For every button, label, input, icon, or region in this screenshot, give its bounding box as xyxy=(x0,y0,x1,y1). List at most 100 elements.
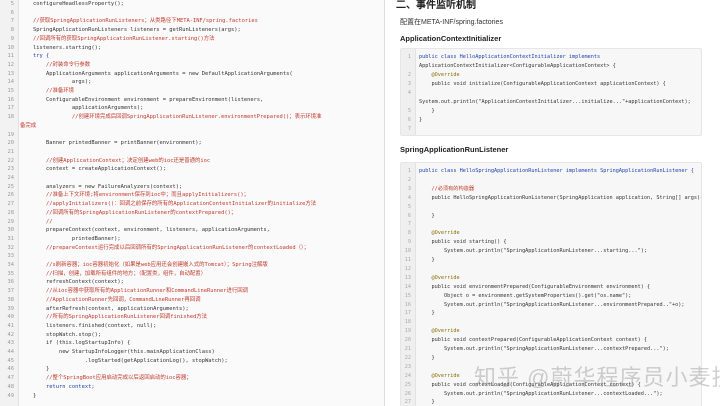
code-line: 27 } xyxy=(401,398,435,406)
code-text: } xyxy=(419,108,435,114)
code-text: 备完成 xyxy=(20,122,37,129)
code-line: 2 xyxy=(401,176,419,185)
code-line: 49 } xyxy=(0,391,37,401)
code-line: 32 //prepareContext运行完成以后回调所有的SpringAppl… xyxy=(0,243,310,253)
code-text: //ApplicationRunner先回调，CommandLineRunner… xyxy=(20,296,201,303)
code-text: printedBanner); xyxy=(20,235,121,242)
code-text: //回调所有的获取SpringApplicationRunListener.st… xyxy=(20,35,215,42)
code-line: 17 } xyxy=(401,309,435,318)
code-line: 16 System.out.println("SpringApplication… xyxy=(401,301,685,310)
code-text: listeners.finished(context, null); xyxy=(20,322,157,329)
code-line: 3 public void initialize(ConfigurableApp… xyxy=(401,80,666,89)
code-text: System.out.println("ApplicationContextIn… xyxy=(419,99,691,105)
code-text: } xyxy=(20,366,50,373)
code-line: 5 xyxy=(401,203,419,212)
code-text: public void starting() { xyxy=(419,239,507,246)
code-text: @Override xyxy=(419,372,460,379)
line-number: 1 xyxy=(407,54,411,60)
code-text: public class HelloApplicationContextInit… xyxy=(419,54,601,60)
code-line: 10 System.out.println("SpringApplication… xyxy=(401,247,647,256)
code-text: } xyxy=(419,117,423,123)
line-number: 21 xyxy=(404,346,411,352)
code-line: 6 } xyxy=(401,212,435,221)
code-text: @Override xyxy=(419,274,460,281)
code-text: //扫描，创建，加载所有组件的地方；（配置类，组件，自动配置） xyxy=(20,270,207,277)
code-text: context = createApplicationContext(); xyxy=(20,166,167,173)
code-text: //从ioc容器中获取所有的ApplicationRunner和CommandL… xyxy=(20,288,249,295)
code-text: applicationArguments); xyxy=(20,105,144,112)
line-number: 20 xyxy=(404,337,411,344)
code-text: @Override xyxy=(419,72,460,78)
code-text: @Override xyxy=(419,230,460,237)
code-text: public void initialize(ConfigurableAppli… xyxy=(419,81,666,87)
code-text: //封装命令行参数 xyxy=(20,61,91,68)
line-number: 11 xyxy=(404,257,411,263)
code-text: Object o = environment.getSystemProperti… xyxy=(419,292,632,299)
code-line: 12 xyxy=(401,265,419,274)
line-number: 27 xyxy=(404,399,411,406)
line-number: 19 xyxy=(404,328,411,335)
code-text: afterRefresh(context, applicationArgumen… xyxy=(20,305,189,312)
code-text: //获取SpringApplicationRunListeners；从类路径下M… xyxy=(20,18,258,25)
line-number: 5 xyxy=(407,108,411,114)
article-panel-right: 二、事件监听机制 配置在META-INF/spring.factories Ap… xyxy=(386,0,720,406)
line-number: 6 xyxy=(407,117,411,123)
code-text: stopWatch.stop(); xyxy=(20,331,102,338)
code-text: try { xyxy=(20,53,50,60)
code-line: 13 @Override xyxy=(401,274,460,283)
line-number: 22 xyxy=(404,354,411,361)
code-text: //s刷新容器；ioc容器初始化（如果是web应用还会创建嵌入式的Tomcat）… xyxy=(20,262,268,268)
code-line: 1 public class HelloSpringApplicationRunL… xyxy=(401,167,694,176)
heading-run-listener: SpringApplicationRunListener xyxy=(400,145,509,154)
code-text: configureHeadlessProperty(); xyxy=(20,1,124,7)
code-line: 1 public class HelloApplicationContextIni… xyxy=(401,53,600,62)
heading-context-initializer: ApplicationContextInitializer xyxy=(400,34,502,43)
code-text: public HelloSpringApplicationRunListener… xyxy=(419,194,702,201)
code-line: 7 xyxy=(401,125,419,134)
code-text: //创建ApplicationContext；决定创建web的ioc还是普通的i… xyxy=(20,157,211,164)
code-line: 23 xyxy=(401,363,419,372)
code-text: SpringApplicationRunListeners listeners … xyxy=(20,27,241,34)
line-number: 25 xyxy=(404,381,411,388)
code-text: //创建环境完成后回调SpringApplicationRunListener.… xyxy=(20,114,322,121)
line-number: 16 xyxy=(404,301,411,308)
line-number: 9 xyxy=(407,239,411,246)
code-line: 8 @Override xyxy=(401,229,460,238)
line-number: 13 xyxy=(404,274,411,281)
code-text: listeners.starting(); xyxy=(20,44,102,51)
code-line: 22 } xyxy=(401,354,435,363)
line-number: 23 xyxy=(404,363,411,370)
code-text: public void contextPrepared(Configurable… xyxy=(419,337,647,344)
code-line: 4 xyxy=(401,89,419,98)
line-number: 5 xyxy=(407,203,411,210)
code-text: } xyxy=(419,399,435,406)
code-text: } xyxy=(20,392,37,399)
code-text: ConfigurableEnvironment environment = pr… xyxy=(20,96,264,103)
code-line: 2 @Override xyxy=(401,71,460,80)
code-line: 6} xyxy=(401,116,422,125)
code-line: 4 public HelloSpringApplicationRunListen… xyxy=(401,194,702,203)
line-number: 49 xyxy=(7,392,15,399)
line-number: 15 xyxy=(404,292,411,299)
code-line: 5 } xyxy=(401,107,435,116)
code-line: System.out.println("ApplicationContextIn… xyxy=(401,98,691,107)
code-line: 19 @Override xyxy=(401,327,460,336)
line-number: 7 xyxy=(407,221,411,228)
code-line: 7 xyxy=(401,220,419,229)
line-number: 3 xyxy=(407,185,411,192)
code-text: //prepareContext运行完成以后回调所有的SpringApplica… xyxy=(20,244,310,251)
code-text: System.out.println("SpringApplicationRun… xyxy=(419,248,647,255)
config-location-text: 配置在META-INF/spring.factories xyxy=(400,19,503,26)
line-number: 10 xyxy=(404,248,411,255)
line-number: 24 xyxy=(404,372,411,379)
code-text: public void environmentPrepared(Configur… xyxy=(419,283,651,290)
code-text: //必须有的构造器 xyxy=(419,185,475,192)
line-number: 26 xyxy=(404,390,411,397)
code-line: 15 Object o = environment.getSystemPrope… xyxy=(401,292,632,301)
line-number: 7 xyxy=(407,126,411,132)
line-number: 14 xyxy=(404,283,411,290)
code-text: refreshContext(context); xyxy=(20,279,124,286)
code-line: 18 xyxy=(401,318,419,327)
code-text: } xyxy=(419,257,435,263)
code-text: args); xyxy=(20,79,92,86)
